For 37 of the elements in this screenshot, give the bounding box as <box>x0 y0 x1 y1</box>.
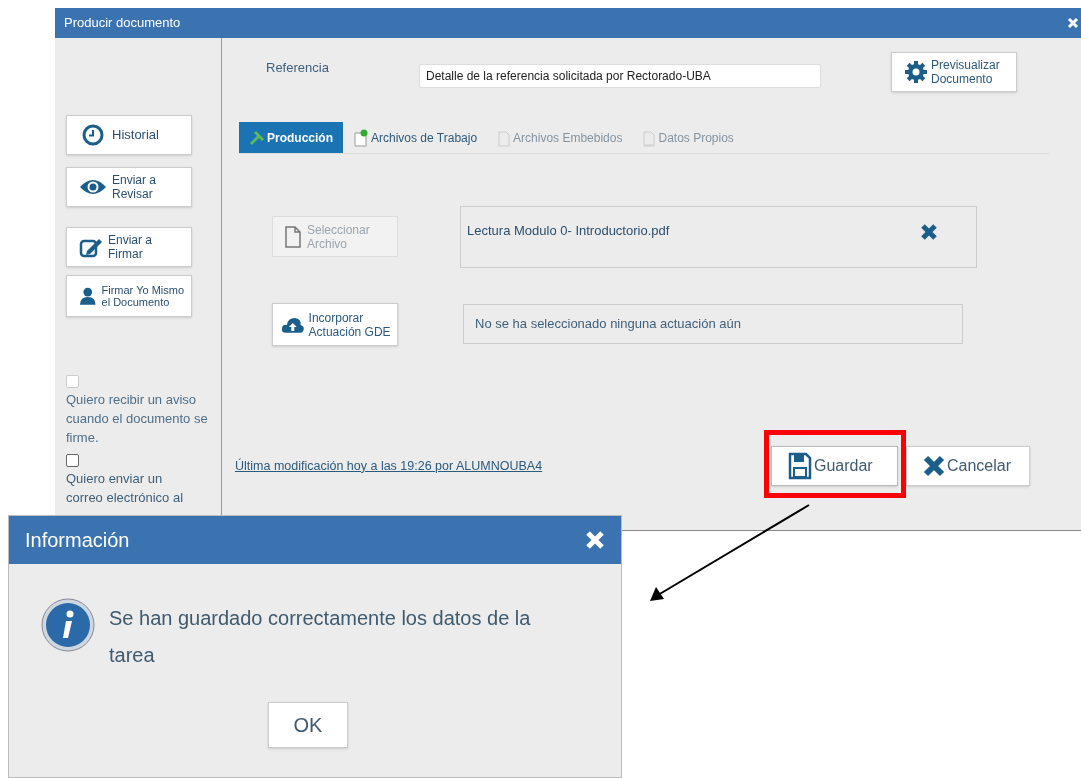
info-icon <box>41 598 95 652</box>
status-text: No se ha seleccionado ninguna actuación aún <box>475 315 741 334</box>
file-icon <box>285 225 301 248</box>
sidebar-button[interactable]: Enviar a Firmar <box>66 227 192 267</box>
close-icon[interactable] <box>1067 17 1079 29</box>
dialog-title: Información <box>25 528 130 553</box>
file-icon <box>353 128 369 147</box>
checkbox[interactable] <box>66 454 79 467</box>
last-modified-link[interactable]: Última modificación hoy a las 19:26 por ALUMNOUBA4 <box>235 456 543 476</box>
tab[interactable]: Producción <box>239 122 343 153</box>
checkbox-label: Quiero enviar un correo electrónico al <box>66 470 185 507</box>
eye-icon <box>79 178 107 196</box>
remove-icon[interactable] <box>920 223 938 241</box>
user-icon <box>79 287 97 305</box>
clock-icon <box>82 124 104 146</box>
checkbox-label: Quiero recibir un aviso cuando el documento se firme. <box>66 391 209 447</box>
dialog-message: Se han guardado correctamente los datos de la tarea <box>109 606 532 668</box>
ok-button[interactable]: OK <box>268 702 348 748</box>
file-icon <box>642 128 657 147</box>
close-icon[interactable] <box>585 530 605 550</box>
tab[interactable]: Archivos de Trabajo <box>343 122 488 153</box>
file-name: Lectura Modulo 0- Introductorio.pdf <box>467 222 670 240</box>
edit-icon <box>79 236 103 258</box>
incorporate-button[interactable]: Incorporar Actuación GDE <box>272 303 398 346</box>
cloud-upload-icon <box>281 315 305 334</box>
sidebar-button[interactable]: Historial <box>66 115 192 155</box>
cancel-button[interactable]: Cancelar <box>906 446 1030 486</box>
cancel-icon <box>923 455 945 477</box>
sidebar-button[interactable]: Firmar Yo Mismo el Documento <box>66 275 192 317</box>
sidebar-button[interactable]: Enviar a Revisar <box>66 167 192 207</box>
save-button[interactable]: Guardar <box>771 446 898 486</box>
window-title: Producir documento <box>64 14 181 33</box>
reference-label: Referencia <box>266 59 330 77</box>
preview-button[interactable]: Previsualizar Documento <box>891 52 1017 92</box>
file-icon <box>497 128 512 147</box>
wrench-icon <box>249 129 265 146</box>
reference-field[interactable]: Detalle de la referencia solicitada por Rectorado-UBA <box>419 64 821 88</box>
